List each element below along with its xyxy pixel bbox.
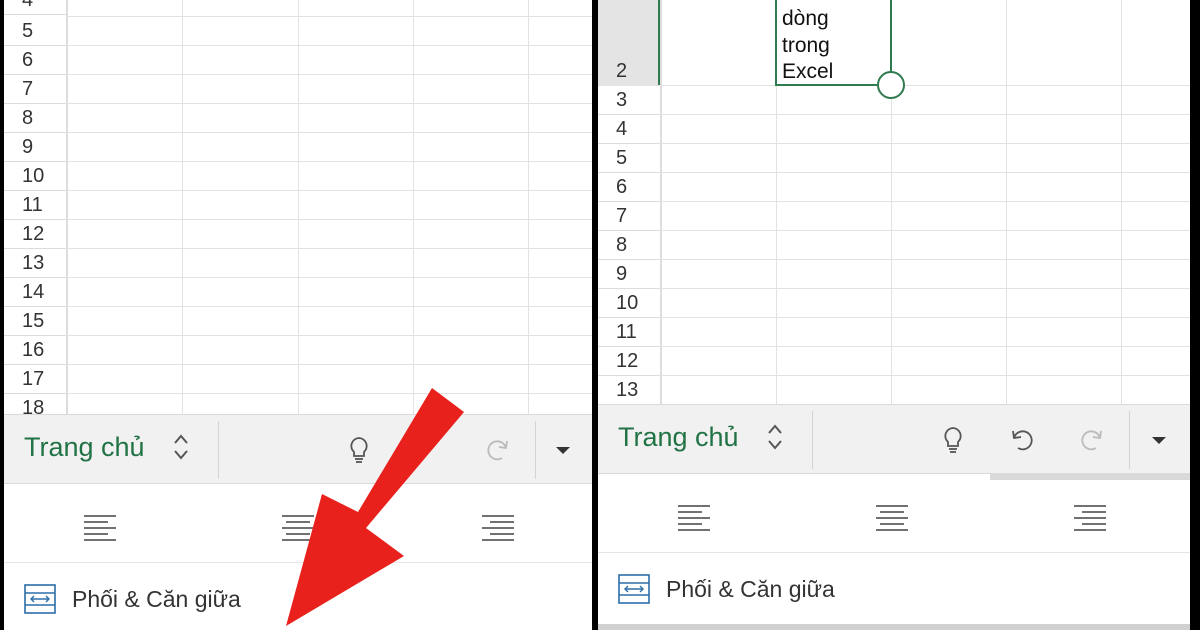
chevron-updown-icon[interactable] <box>172 431 190 463</box>
row-gridline <box>66 74 592 75</box>
row-header[interactable]: 8 <box>598 231 660 260</box>
chevron-updown-icon[interactable] <box>766 421 784 453</box>
row-gridline <box>66 393 592 394</box>
ribbon-panel: Phối & Căn giữa <box>4 488 592 630</box>
align-left-icon[interactable] <box>676 502 712 532</box>
ribbon-panel: Phối & Căn giữa <box>598 480 1190 624</box>
spreadsheet-grid[interactable]: 2 3 4 5 6 7 8 9 10 11 12 13 dòng trong E… <box>598 0 1190 406</box>
row-header[interactable]: 13 <box>598 376 660 405</box>
undo-icon[interactable] <box>1006 425 1036 455</box>
selection-resize-handle[interactable] <box>877 71 905 99</box>
row-gridline <box>660 230 1190 231</box>
row-header-2[interactable]: 2 <box>598 57 660 86</box>
row-header[interactable]: 6 <box>4 46 66 75</box>
column-gridline <box>298 0 299 418</box>
merge-center-label: Phối & Căn giữa <box>72 586 241 612</box>
row-header[interactable]: 9 <box>598 260 660 289</box>
row-header[interactable]: 16 <box>4 336 66 365</box>
row-header[interactable]: 7 <box>4 75 66 104</box>
row-gridline <box>660 317 1190 318</box>
align-right-icon[interactable] <box>1072 502 1108 532</box>
cell-text-line: trong <box>782 34 830 57</box>
row-gridline <box>66 103 592 104</box>
toolbar-divider <box>812 411 813 469</box>
dropdown-caret-icon[interactable] <box>556 447 570 454</box>
align-right-icon[interactable] <box>480 512 516 542</box>
row-header[interactable]: 9 <box>4 133 66 162</box>
bottom-edge <box>598 624 1190 630</box>
row-gridline <box>660 201 1190 202</box>
row-gridline <box>660 375 1190 376</box>
row-gridline <box>660 288 1190 289</box>
cell-text-line: dòng <box>782 7 829 30</box>
row-header[interactable]: 11 <box>598 318 660 347</box>
row-header-divider <box>66 0 68 418</box>
row-header[interactable]: 3 <box>598 86 660 115</box>
row-gridline <box>660 172 1190 173</box>
row-header[interactable]: 12 <box>598 347 660 376</box>
row-header[interactable]: 5 <box>4 17 66 46</box>
row-header[interactable]: 14 <box>4 278 66 307</box>
row-header[interactable]: 8 <box>4 104 66 133</box>
lightbulb-icon[interactable] <box>344 435 374 465</box>
row-gridline <box>660 143 1190 144</box>
row-header[interactable]: 10 <box>598 289 660 318</box>
toolbar-divider <box>535 421 536 479</box>
ribbon-tab-selector[interactable]: Trang chủ <box>24 432 145 463</box>
row-gridline <box>66 132 592 133</box>
row-header[interactable]: 10 <box>4 162 66 191</box>
dropdown-caret-icon[interactable] <box>1152 437 1166 444</box>
merge-center-label: Phối & Căn giữa <box>666 576 835 602</box>
ribbon-divider <box>4 562 592 563</box>
align-center-icon[interactable] <box>280 512 316 542</box>
row-header[interactable]: 5 <box>598 144 660 173</box>
column-gridline <box>413 0 414 418</box>
row-gridline <box>660 114 1190 115</box>
row-header[interactable]: 17 <box>4 365 66 394</box>
row-gridline <box>66 364 592 365</box>
row-header[interactable]: 12 <box>4 220 66 249</box>
row-header[interactable]: 4 <box>4 0 66 15</box>
row-header[interactable]: 11 <box>4 191 66 220</box>
merge-center-button[interactable]: Phối & Căn giữa <box>598 564 1190 614</box>
row-gridline <box>660 259 1190 260</box>
left-screenshot-panel: 4 5 6 7 8 9 10 11 12 13 14 15 16 17 18 T… <box>4 0 592 630</box>
spreadsheet-grid[interactable]: 4 5 6 7 8 9 10 11 12 13 14 15 16 17 18 <box>4 0 592 418</box>
row-header[interactable]: 7 <box>598 202 660 231</box>
row-gridline <box>66 335 592 336</box>
row-gridline <box>66 277 592 278</box>
row-gridline <box>66 16 592 17</box>
right-screenshot-panel: 2 3 4 5 6 7 8 9 10 11 12 13 dòng trong E… <box>598 0 1190 630</box>
row-header[interactable]: 13 <box>4 249 66 278</box>
toolbar-divider <box>1129 411 1130 469</box>
row-header[interactable]: 4 <box>598 115 660 144</box>
ribbon-toolbar: Trang chủ <box>4 414 592 484</box>
row-gridline <box>66 161 592 162</box>
merge-center-icon <box>24 584 56 614</box>
row-gridline <box>66 190 592 191</box>
align-center-icon[interactable] <box>874 502 910 532</box>
ribbon-divider <box>598 552 1190 553</box>
merge-center-button[interactable]: Phối & Căn giữa <box>4 574 592 624</box>
row-header[interactable]: 6 <box>598 173 660 202</box>
row-gridline <box>660 346 1190 347</box>
ribbon-toolbar: Trang chủ <box>598 404 1190 474</box>
row-gridline <box>66 306 592 307</box>
row-gridline <box>66 45 592 46</box>
row-gridline <box>66 219 592 220</box>
row-gridline <box>66 248 592 249</box>
redo-icon[interactable] <box>1078 425 1108 455</box>
column-gridline <box>182 0 183 418</box>
toolbar-divider <box>218 421 219 479</box>
row-header[interactable]: 15 <box>4 307 66 336</box>
align-left-icon[interactable] <box>82 512 118 542</box>
ribbon-tab-selector[interactable]: Trang chủ <box>618 422 739 453</box>
lightbulb-icon[interactable] <box>938 425 968 455</box>
cell-text-line: Excel <box>782 60 834 83</box>
redo-icon[interactable] <box>484 435 514 465</box>
merge-center-icon <box>618 574 650 604</box>
column-gridline <box>528 0 529 418</box>
